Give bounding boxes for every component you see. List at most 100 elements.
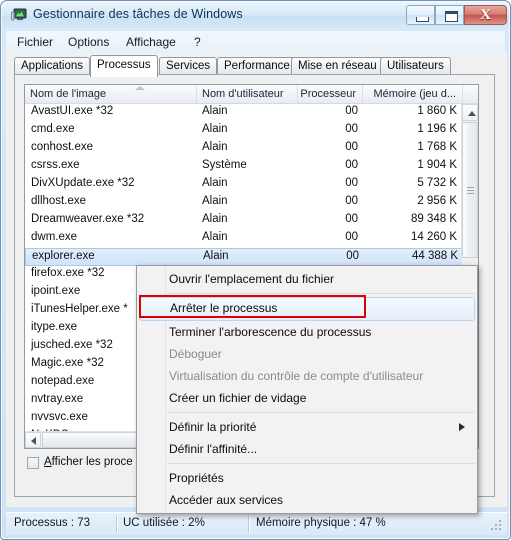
close-icon: X bbox=[480, 7, 491, 23]
process-list-header: Nom de l'image Nom d'utilisateur Process… bbox=[25, 85, 478, 104]
table-row[interactable]: csrss.exe Système 00 1 904 K bbox=[25, 158, 463, 176]
table-cell-user: Alain bbox=[202, 105, 228, 117]
context-menu-item-arreter-le-processus[interactable]: Arrêter le processus bbox=[139, 297, 475, 321]
table-cell-name: DivXUpdate.exe *32 bbox=[31, 177, 135, 189]
table-cell-name: Dreamweaver.exe *32 bbox=[31, 213, 145, 225]
table-cell-cpu: 00 bbox=[345, 231, 358, 243]
column-header-image-name[interactable]: Nom de l'image bbox=[25, 85, 197, 103]
context-menu-item-virtualisation-du-controle-de-compte-d-u: Virtualisation du contrôle de compte d'u… bbox=[169, 369, 424, 383]
sort-ascending-icon bbox=[135, 86, 145, 90]
table-cell-user: Alain bbox=[202, 213, 228, 225]
tab-strip: Applications Processus Services Performa… bbox=[14, 55, 494, 77]
status-bar: Processus : 73 UC utilisée : 2% Mémoire … bbox=[6, 512, 507, 535]
show-all-processes-checkbox[interactable] bbox=[27, 457, 39, 469]
context-menu-item-terminer-l-arborescence-du-processus[interactable]: Terminer l'arborescence du processus bbox=[137, 321, 477, 343]
table-cell-name: AvastUI.exe *32 bbox=[31, 105, 114, 117]
table-cell-name: dllhost.exe bbox=[31, 195, 86, 207]
table-cell-user: Alain bbox=[202, 231, 228, 243]
table-cell-cpu: 00 bbox=[346, 250, 359, 262]
table-row[interactable]: dwm.exe Alain 00 14 260 K bbox=[25, 230, 463, 248]
process-context-menu: Ouvrir l'emplacement du fichier Arrêter l… bbox=[136, 265, 478, 514]
grip-line bbox=[467, 190, 474, 191]
column-header-memory[interactable]: Mémoire (jeu d... bbox=[363, 85, 463, 103]
scroll-up-button[interactable] bbox=[462, 104, 478, 121]
table-row[interactable]: Dreamweaver.exe *32 Alain 00 89 348 K bbox=[25, 212, 463, 230]
minimize-icon bbox=[416, 17, 429, 22]
table-row[interactable]: AvastUI.exe *32 Alain 00 1 860 K bbox=[25, 104, 463, 122]
table-cell-name: explorer.exe bbox=[32, 250, 95, 262]
table-row[interactable]: DivXUpdate.exe *32 Alain 00 5 732 K bbox=[25, 176, 463, 194]
table-cell-mem: 5 732 K bbox=[417, 177, 457, 189]
table-cell-mem: 44 388 K bbox=[411, 250, 458, 262]
table-cell-cpu: 00 bbox=[345, 105, 358, 117]
scroll-left-button[interactable] bbox=[25, 432, 41, 448]
table-cell-user: Alain bbox=[202, 195, 228, 207]
column-header-filler bbox=[463, 85, 478, 103]
menu-item-help[interactable]: ? bbox=[190, 34, 205, 50]
table-cell-mem: 1 904 K bbox=[417, 159, 457, 171]
context-menu-item-deboguer: Déboguer bbox=[169, 347, 222, 361]
context-menu-item-proprietes[interactable]: Propriétés bbox=[137, 467, 477, 489]
table-cell-user: Alain bbox=[203, 250, 229, 262]
status-process-count: Processus : 73 bbox=[14, 517, 91, 529]
accel-letter: A bbox=[44, 456, 52, 468]
menu-bar: Fichier Options Affichage ? bbox=[6, 31, 505, 52]
minimize-button[interactable] bbox=[406, 5, 435, 25]
table-cell-user: Alain bbox=[202, 123, 228, 135]
column-header-user-name[interactable]: Nom d'utilisateur bbox=[197, 85, 298, 103]
status-physical-memory: Mémoire physique : 47 % bbox=[256, 517, 386, 529]
table-cell-mem: 1 196 K bbox=[417, 123, 457, 135]
table-cell-cpu: 00 bbox=[345, 213, 358, 225]
chevron-right-icon bbox=[459, 423, 465, 431]
status-divider bbox=[248, 515, 249, 533]
table-cell-name: csrss.exe bbox=[31, 159, 80, 171]
table-cell-cpu: 00 bbox=[345, 177, 358, 189]
context-menu-separator bbox=[167, 463, 475, 464]
menu-item-affichage[interactable]: Affichage bbox=[122, 34, 180, 50]
context-menu-item-creer-un-fichier-de-vidage[interactable]: Créer un fichier de vidage bbox=[137, 387, 477, 409]
chevron-up-icon bbox=[468, 111, 476, 116]
table-row[interactable]: conhost.exe Alain 00 1 768 K bbox=[25, 140, 463, 158]
maximize-icon bbox=[445, 11, 458, 22]
table-cell-mem: 2 956 K bbox=[417, 195, 457, 207]
show-all-processes-label: Afficher les proce bbox=[44, 456, 133, 468]
context-menu-item-definir-l-affinite[interactable]: Définir l'affinité... bbox=[137, 438, 477, 460]
table-cell-user: Système bbox=[202, 159, 247, 171]
maximize-button[interactable] bbox=[435, 5, 464, 25]
table-cell-mem: 1 768 K bbox=[417, 141, 457, 153]
menu-item-fichier[interactable]: Fichier bbox=[13, 34, 57, 50]
column-header-cpu[interactable]: Processeur bbox=[298, 85, 363, 103]
status-divider bbox=[116, 515, 117, 533]
label-rest: fficher les proce bbox=[51, 456, 133, 468]
status-cpu-usage: UC utilisée : 2% bbox=[123, 517, 205, 529]
window-title: Gestionnaire des tâches de Windows bbox=[33, 7, 243, 21]
table-cell-mem: 89 348 K bbox=[410, 213, 457, 225]
task-manager-icon bbox=[11, 8, 28, 24]
table-row[interactable]: cmd.exe Alain 00 1 196 K bbox=[25, 122, 463, 140]
table-cell-name: cmd.exe bbox=[31, 123, 75, 135]
table-row[interactable]: dllhost.exe Alain 00 2 956 K bbox=[25, 194, 463, 212]
table-cell-user: Alain bbox=[202, 141, 228, 153]
table-cell-mem: 14 260 K bbox=[410, 231, 457, 243]
context-menu-item-ouvrir-l-emplacement-du-fichier[interactable]: Ouvrir l'emplacement du fichier bbox=[137, 268, 477, 290]
context-menu-separator bbox=[167, 293, 475, 294]
title-bar[interactable]: Gestionnaire des tâches de Windows X bbox=[2, 2, 509, 30]
grip-line bbox=[467, 193, 474, 194]
resize-grip[interactable] bbox=[491, 520, 503, 532]
tab-processus[interactable]: Processus bbox=[90, 55, 158, 77]
menu-item-options[interactable]: Options bbox=[64, 34, 113, 50]
table-cell-name: dwm.exe bbox=[31, 231, 78, 243]
table-cell-cpu: 00 bbox=[345, 159, 358, 171]
table-cell-name: conhost.exe bbox=[31, 141, 94, 153]
chevron-left-icon bbox=[31, 437, 36, 445]
table-cell-cpu: 00 bbox=[345, 123, 358, 135]
context-menu-item-definir-la-priorite[interactable]: Définir la priorité bbox=[137, 416, 477, 438]
table-row[interactable]: explorer.exe Alain 00 44 388 K bbox=[25, 248, 463, 266]
table-cell-user: Alain bbox=[202, 177, 228, 189]
grip-line bbox=[467, 187, 474, 188]
context-menu-item-acceder-aux-services[interactable]: Accéder aux services bbox=[137, 489, 477, 511]
table-cell-mem: 1 860 K bbox=[417, 105, 457, 117]
context-menu-separator bbox=[167, 412, 475, 413]
vertical-scroll-thumb[interactable] bbox=[462, 122, 478, 258]
close-button[interactable]: X bbox=[464, 5, 507, 25]
